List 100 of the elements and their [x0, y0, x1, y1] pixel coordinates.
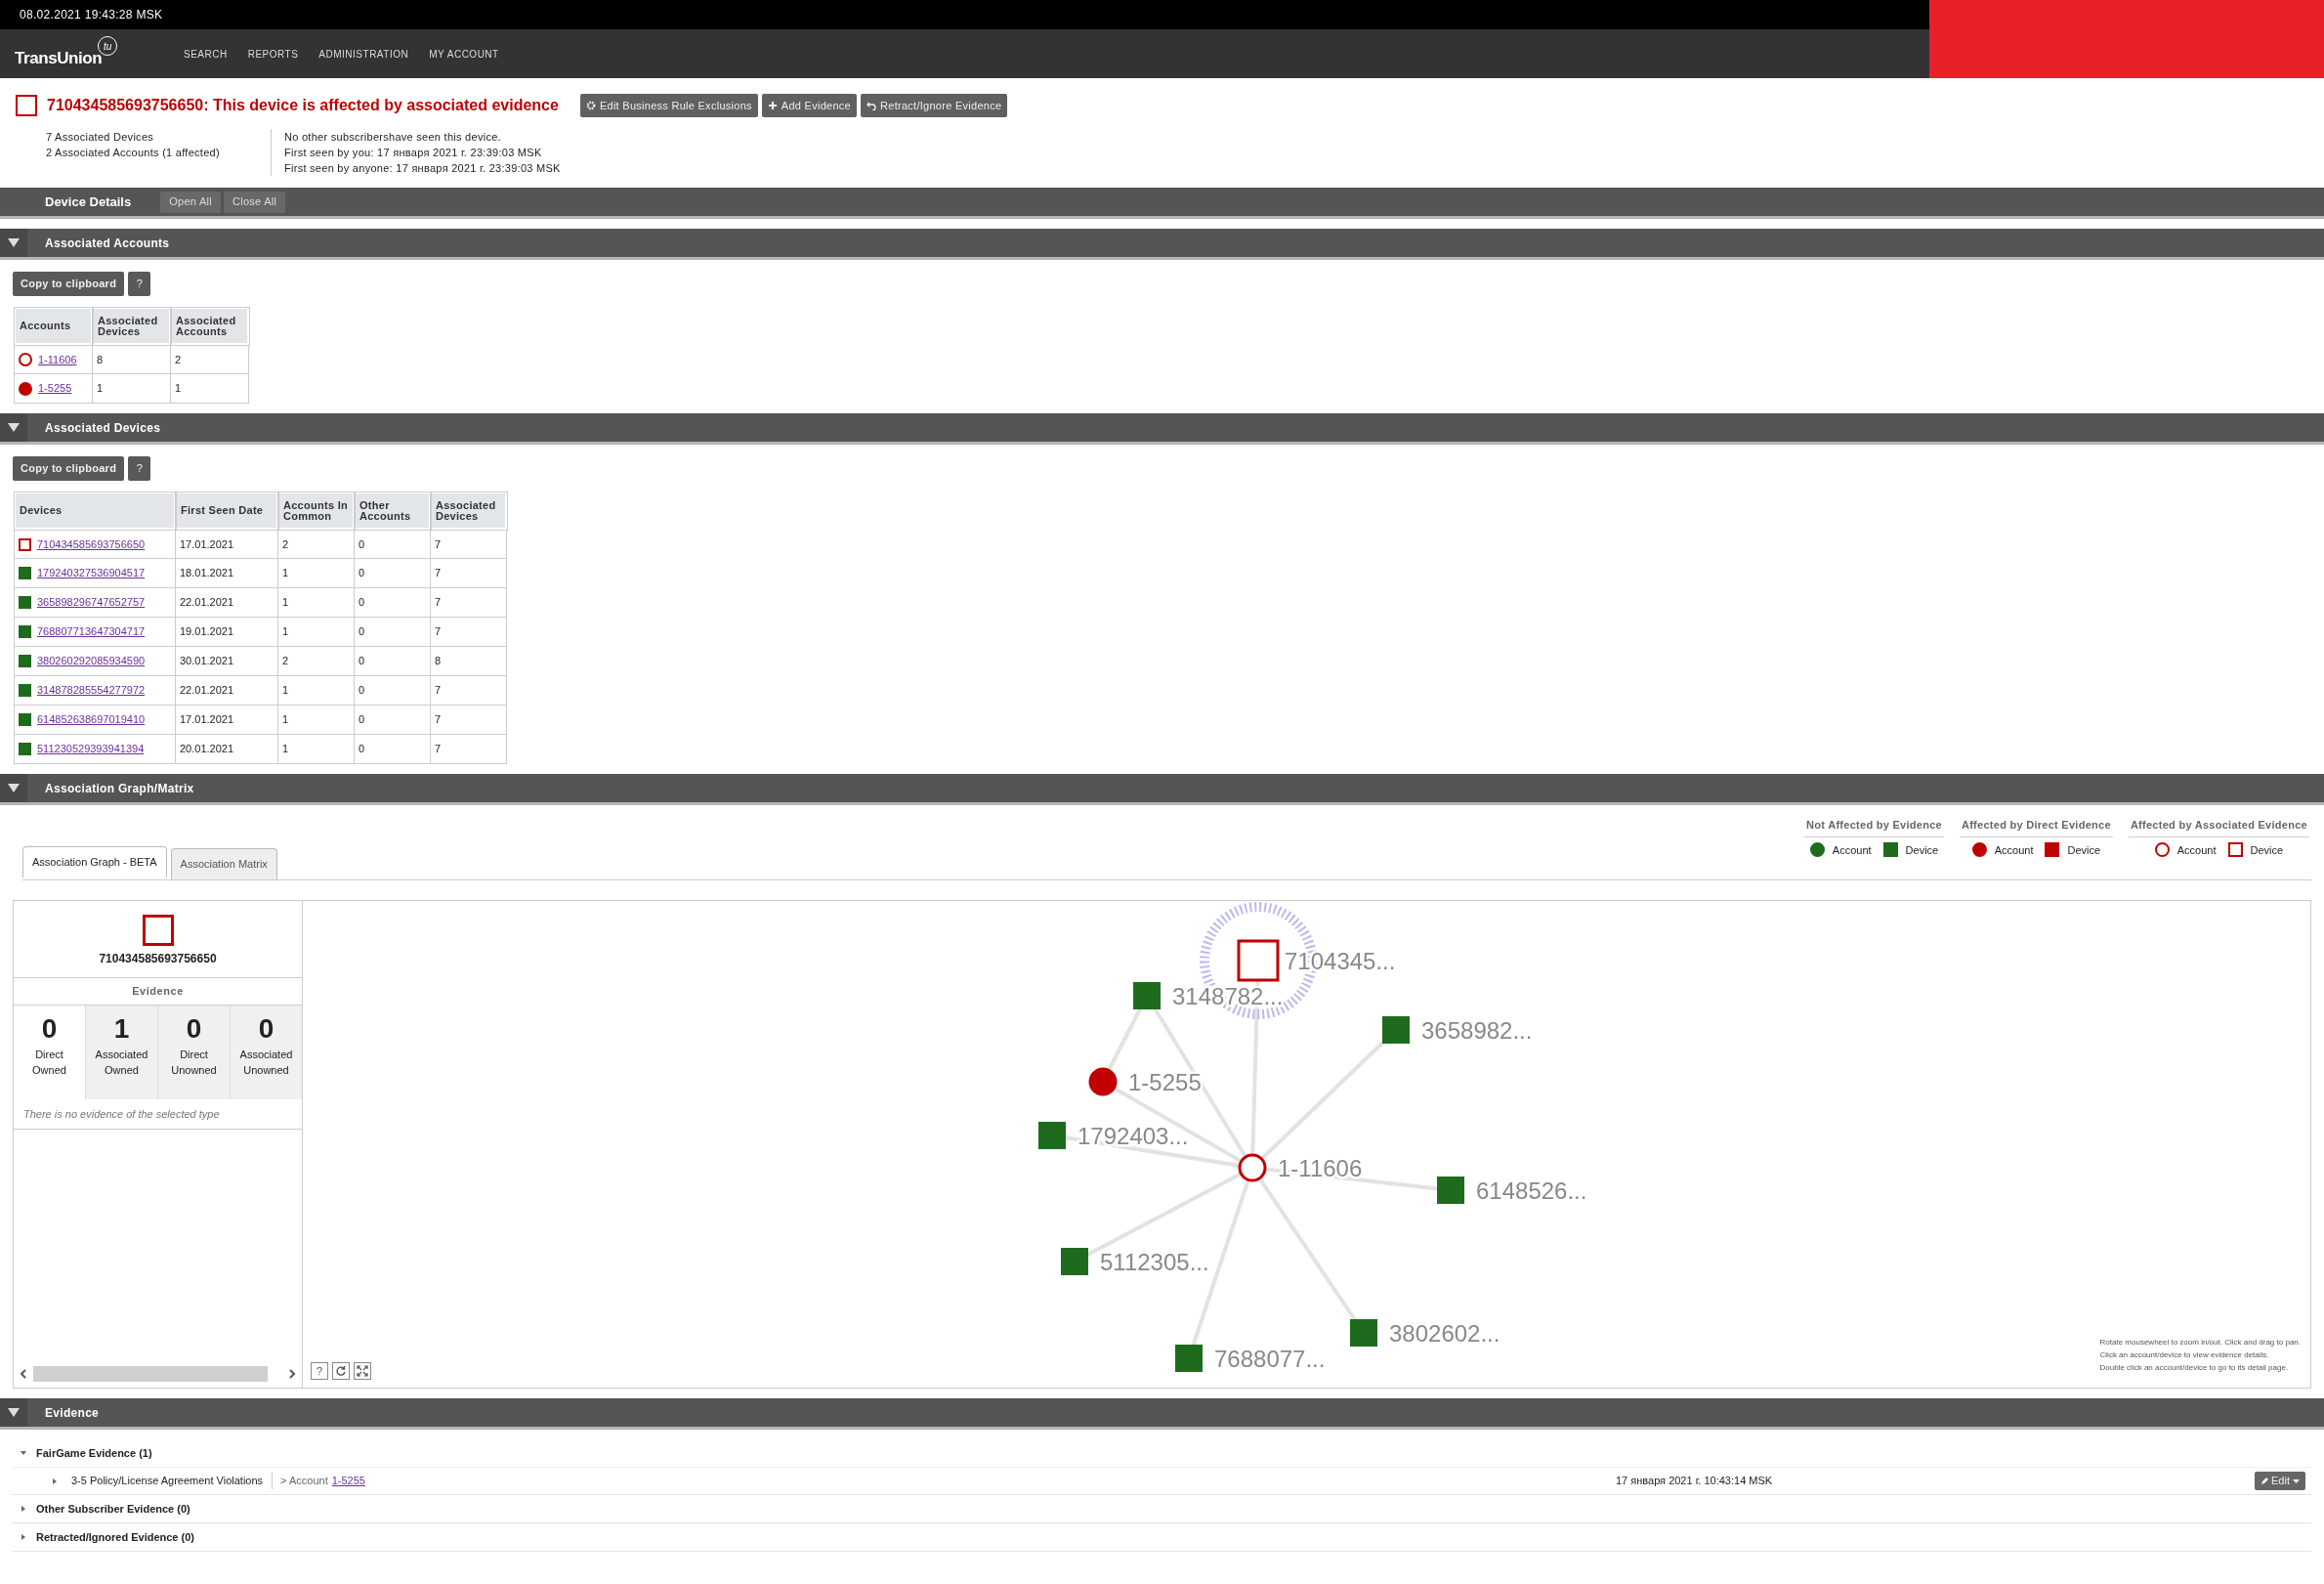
legend-label: Account	[1832, 842, 1872, 858]
pencil-icon	[2261, 1477, 2269, 1485]
hint-text: Click an account/device to view evidence details.	[2099, 1349, 2270, 1361]
table-cell: 1	[277, 558, 355, 588]
table-cell: 2	[277, 529, 355, 559]
toggle-all-button[interactable]: Close All	[223, 191, 286, 213]
device-node[interactable]	[1133, 982, 1161, 1009]
expand-icon[interactable]	[21, 1506, 26, 1512]
section-header[interactable]: Associated Accounts	[0, 229, 2324, 260]
evidence-counter[interactable]: 0 Direct Unowned	[157, 1005, 230, 1099]
section-title: Associated Accounts	[45, 235, 170, 252]
nav-link[interactable]: ADMINISTRATION	[318, 46, 409, 62]
scroll-right-icon[interactable]	[286, 1368, 298, 1380]
scrollbar-thumb[interactable]	[33, 1366, 268, 1382]
legend-label: Account	[1994, 842, 2034, 858]
help-button[interactable]: ?	[128, 456, 151, 481]
table-cell: 1	[277, 675, 355, 706]
nav-link[interactable]: MY ACCOUNT	[429, 46, 499, 62]
node-label: 3658982...	[1421, 1017, 1533, 1044]
copy-button[interactable]: Copy to clipboard	[13, 456, 125, 481]
action-button[interactable]: Add Evidence	[761, 94, 857, 117]
section-header[interactable]: Associated Devices	[0, 413, 2324, 445]
expand-icon[interactable]	[21, 1534, 26, 1540]
table-cell: 22.01.2021	[175, 587, 278, 618]
table-cell: 8	[430, 646, 507, 676]
expand-icon[interactable]	[52, 1477, 58, 1484]
nav-link[interactable]: SEARCH	[184, 46, 228, 62]
nav-link[interactable]: REPORTS	[247, 46, 299, 62]
help-button[interactable]: ?	[128, 272, 151, 296]
counter-value: 0	[41, 1011, 58, 1046]
collapse-icon[interactable]	[8, 1408, 20, 1417]
tab[interactable]: Association Matrix	[170, 848, 277, 879]
column-header: Accounts In Common	[277, 492, 355, 530]
plus-icon	[767, 101, 778, 110]
table-cell: 1	[277, 617, 355, 647]
device-node[interactable]	[1350, 1319, 1377, 1347]
table-cell: 7	[430, 558, 507, 588]
evidence-group-title[interactable]: Retracted/Ignored Evidence (0)	[36, 1528, 194, 1546]
summary-text: First seen by you: 17 января 2021 г. 23:39:03 MSK	[284, 146, 543, 160]
evidence-heading: Evidence	[14, 978, 302, 1006]
table-cell: 7	[430, 587, 507, 618]
table-cell: 17.01.2021	[175, 529, 278, 559]
section-title: Evidence	[45, 1404, 100, 1422]
legend-label: Device	[2250, 842, 2284, 858]
fit-button[interactable]	[354, 1362, 371, 1380]
table-cell: 1	[170, 373, 249, 404]
table-cell: 7	[430, 617, 507, 647]
device-node[interactable]	[1175, 1345, 1203, 1372]
action-button[interactable]: Edit Business Rule Exclusions	[579, 94, 758, 117]
evidence-group-title[interactable]: FairGame Evidence (1)	[36, 1444, 152, 1462]
help-button[interactable]: ?	[311, 1362, 328, 1380]
copy-button[interactable]: Copy to clipboard	[13, 272, 125, 296]
brand-logo[interactable]: TransUnion tu	[15, 36, 171, 71]
table-cell: 18.01.2021	[175, 558, 278, 588]
column-header: Other Accounts	[354, 492, 431, 530]
edit-button[interactable]: Edit	[2255, 1472, 2305, 1490]
table-cell: 2	[170, 344, 249, 374]
section-header[interactable]: Association Graph/Matrix	[0, 774, 2324, 805]
account-node[interactable]	[1238, 1153, 1267, 1182]
device-node[interactable]	[1061, 1248, 1088, 1275]
action-button[interactable]: Retract/Ignore Evidence	[861, 94, 1008, 117]
evidence-counter[interactable]: 0 Associated Unowned	[230, 1005, 302, 1099]
summary-text: No other subscribershave seen this device.	[284, 130, 502, 145]
toggle-all-button[interactable]: Open All	[160, 191, 221, 213]
collapse-icon[interactable]	[8, 238, 20, 247]
collapse-icon[interactable]	[8, 784, 20, 792]
undo-icon	[866, 101, 876, 110]
account-node[interactable]	[1088, 1067, 1118, 1096]
table-cell: 1	[277, 705, 355, 735]
table-cell: 19.01.2021	[175, 617, 278, 647]
column-header: Associated Devices	[92, 307, 171, 345]
gear-icon	[585, 101, 596, 110]
device-node[interactable]	[1382, 1016, 1410, 1044]
column-header: First Seen Date	[175, 492, 278, 530]
legend-title: Affected by Direct Evidence	[1959, 817, 2113, 837]
table-cell: 8	[92, 344, 171, 374]
account-link[interactable]: 1-5255	[331, 1473, 365, 1489]
collapse-icon[interactable]	[21, 1450, 26, 1456]
device-node[interactable]	[1237, 939, 1280, 982]
reset-button[interactable]	[332, 1362, 350, 1380]
section-title: Associated Devices	[45, 419, 161, 437]
collapse-icon[interactable]	[8, 423, 20, 432]
caret-icon	[2293, 1478, 2300, 1483]
table-cell: 0	[354, 587, 431, 618]
column-header: Accounts	[14, 307, 93, 345]
evidence-group-title[interactable]: Other Subscriber Evidence (0)	[36, 1500, 190, 1518]
column-header: Associated Accounts	[170, 307, 249, 345]
scroll-left-icon[interactable]	[18, 1368, 29, 1380]
evidence-counter[interactable]: 1 Associated Owned	[85, 1005, 157, 1099]
empty-message: There is no evidence of the selected type	[14, 1098, 302, 1130]
counter-label: Associated Unowned	[238, 1047, 294, 1078]
section-header[interactable]: Evidence	[0, 1398, 2324, 1430]
table-cell: 7	[430, 734, 507, 764]
summary-text: 2 Associated Accounts (1 affected)	[46, 146, 221, 160]
table-cell: 7	[430, 705, 507, 735]
node-label: 3802602...	[1389, 1320, 1500, 1347]
device-node[interactable]	[1038, 1122, 1066, 1149]
tab[interactable]: Association Graph - BETA	[22, 846, 167, 878]
device-node[interactable]	[1437, 1177, 1464, 1204]
column-header: Associated Devices	[430, 492, 507, 530]
